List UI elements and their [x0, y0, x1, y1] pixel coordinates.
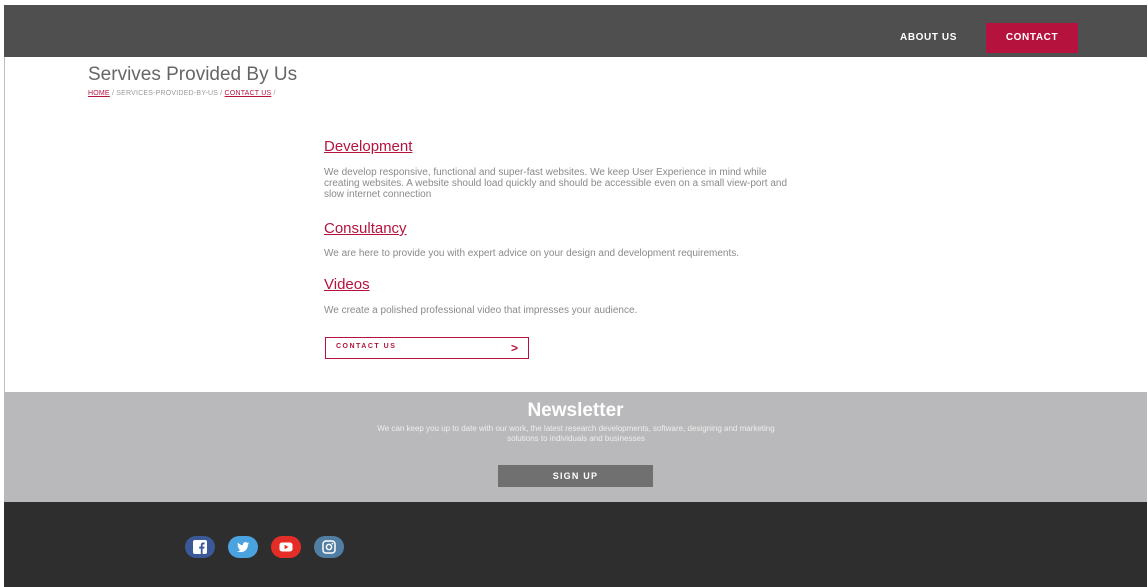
chevron-right-icon: >	[510, 341, 518, 355]
service-text-videos: We create a polished professional video …	[324, 305, 638, 316]
site-footer	[4, 502, 1147, 587]
instagram-icon[interactable]	[314, 536, 344, 558]
newsletter-text: We can keep you up to date with our work…	[377, 424, 775, 443]
twitter-icon[interactable]	[228, 536, 258, 558]
breadcrumb-contact-us[interactable]: CONTACT US	[225, 90, 272, 97]
youtube-icon[interactable]	[271, 536, 301, 558]
contact-us-button-label: CONTACT US	[336, 343, 397, 350]
contact-us-button[interactable]: CONTACT US >	[325, 337, 529, 359]
service-heading-videos[interactable]: Videos	[324, 276, 370, 293]
nav-about-us[interactable]: ABOUT US	[896, 23, 961, 53]
page-title: Servives Provided By Us	[88, 64, 298, 85]
facebook-icon[interactable]	[185, 536, 215, 558]
service-text-consultancy: We are here to provide you with expert a…	[324, 248, 740, 259]
newsletter-title: Newsletter	[527, 400, 624, 421]
nav-contact[interactable]: CONTACT	[986, 23, 1078, 53]
site-header: ABOUT US CONTACT	[4, 5, 1147, 57]
sign-up-button[interactable]: SIGN UP	[498, 465, 653, 487]
frame-border	[4, 57, 5, 392]
breadcrumb-current-section: SERVICES-PROVIDED-BY-US	[116, 90, 219, 97]
breadcrumb-home[interactable]: HOME	[88, 90, 110, 97]
newsletter-section: Newsletter We can keep you up to date wi…	[4, 392, 1147, 502]
service-heading-consultancy[interactable]: Consultancy	[324, 220, 407, 237]
breadcrumb-trailing-separator: /	[271, 90, 276, 97]
service-text-development: We develop responsive, functional and su…	[324, 167, 788, 200]
service-heading-development[interactable]: Development	[324, 138, 412, 155]
breadcrumb: HOME / SERVICES-PROVIDED-BY-US / CONTACT…	[88, 90, 276, 97]
